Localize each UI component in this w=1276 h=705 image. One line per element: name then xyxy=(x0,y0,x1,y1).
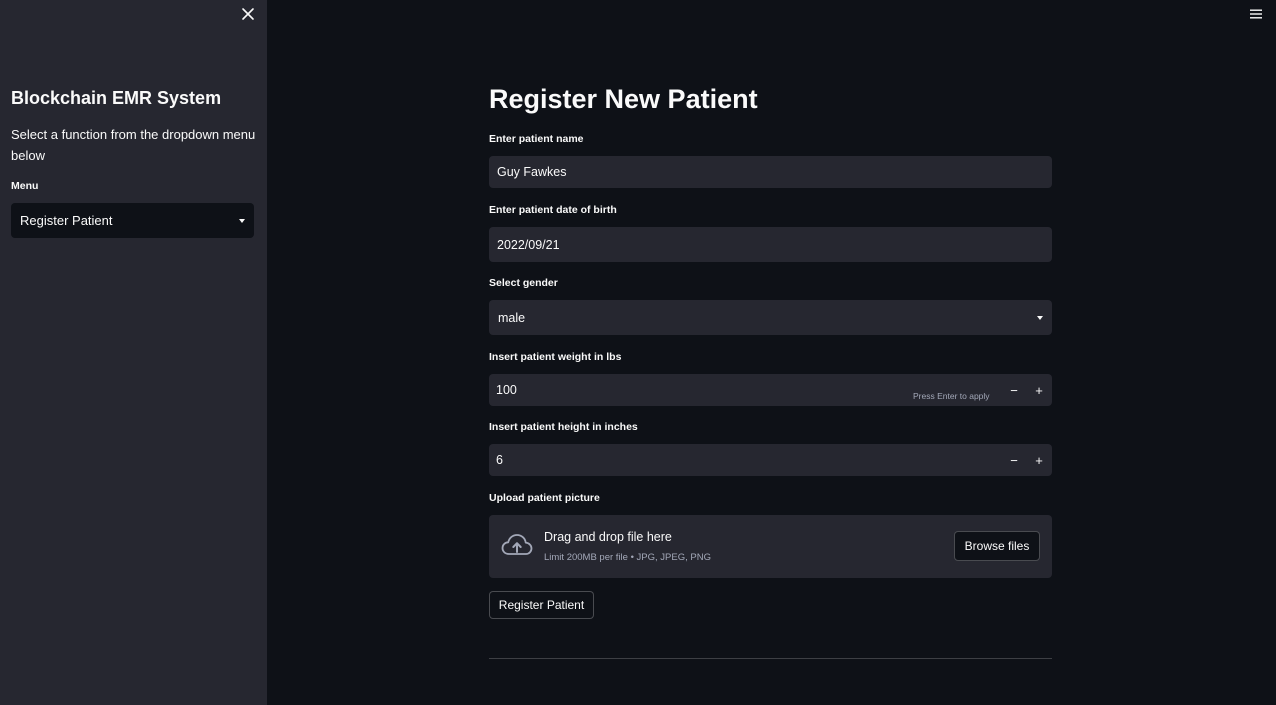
weight-decrement-button[interactable]: − xyxy=(1001,374,1027,406)
weight-increment-button[interactable]: + xyxy=(1026,374,1052,406)
press-enter-hint: Press Enter to apply xyxy=(913,391,990,401)
patient-dob-label: Enter patient date of birth xyxy=(489,204,617,216)
register-patient-button[interactable]: Register Patient xyxy=(489,591,594,619)
close-icon[interactable] xyxy=(240,6,256,22)
menu-label: Menu xyxy=(11,180,39,192)
chevron-down-icon xyxy=(239,218,245,223)
height-label: Insert patient height in inches xyxy=(489,421,638,433)
weight-label: Insert patient weight in lbs xyxy=(489,351,622,363)
patient-dob-input[interactable] xyxy=(489,227,1052,262)
gender-label: Select gender xyxy=(489,277,558,289)
patient-name-input[interactable] xyxy=(489,156,1052,188)
height-input[interactable] xyxy=(489,444,989,476)
upload-label: Upload patient picture xyxy=(489,492,600,504)
chevron-down-icon xyxy=(1037,315,1043,320)
hamburger-menu-icon[interactable] xyxy=(1249,7,1263,19)
page-title: Register New Patient xyxy=(489,84,758,114)
cloud-upload-icon xyxy=(501,532,533,560)
gender-selected-value: male xyxy=(498,310,526,325)
menu-select[interactable]: Register Patient xyxy=(11,203,254,238)
sidebar-title: Blockchain EMR System xyxy=(11,88,222,108)
height-number-input: − + xyxy=(489,444,1052,476)
height-decrement-button[interactable]: − xyxy=(1001,444,1027,476)
weight-input[interactable] xyxy=(489,374,989,406)
dropzone-limit: Limit 200MB per file • JPG, JPEG, PNG xyxy=(544,552,711,563)
gender-select[interactable]: male xyxy=(489,300,1052,335)
menu-selected-value: Register Patient xyxy=(20,213,113,228)
dropzone-title: Drag and drop file here xyxy=(544,530,672,544)
file-dropzone[interactable]: Drag and drop file here Limit 200MB per … xyxy=(489,515,1052,578)
sidebar: Blockchain EMR System Select a function … xyxy=(0,0,267,705)
patient-name-label: Enter patient name xyxy=(489,133,584,145)
divider xyxy=(489,658,1052,659)
sidebar-description: Select a function from the dropdown menu… xyxy=(11,127,256,163)
weight-number-input: Press Enter to apply − + xyxy=(489,374,1052,406)
height-increment-button[interactable]: + xyxy=(1026,444,1052,476)
browse-files-button[interactable]: Browse files xyxy=(954,531,1040,561)
